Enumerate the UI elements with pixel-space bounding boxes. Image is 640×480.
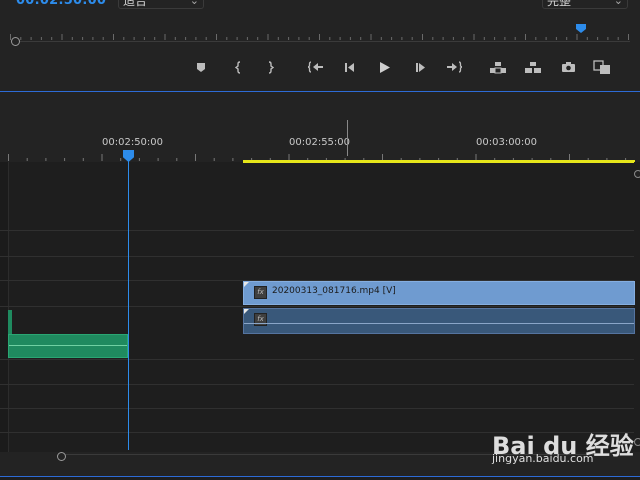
monitor-time-ruler[interactable]: [10, 24, 630, 40]
mark-out-icon: [268, 60, 274, 74]
playback-resolution-label: 完整: [547, 0, 572, 8]
time-label: 00:02:55:00: [289, 137, 351, 148]
mark-in-icon: [235, 60, 241, 74]
program-monitor: [0, 0, 640, 92]
vertical-scroll-handle[interactable]: [634, 170, 640, 178]
extract-button[interactable]: [523, 58, 543, 76]
playhead-timecode[interactable]: 00:02:50:00: [16, 0, 106, 8]
step-forward-button[interactable]: [411, 58, 431, 76]
go-to-out-button[interactable]: [444, 58, 464, 76]
audio-level-line: [9, 345, 127, 346]
audio-clip-edge[interactable]: [8, 310, 12, 334]
mark-out-button[interactable]: [260, 58, 280, 76]
zoom-fit-dropdown[interactable]: 适合 ⌄: [118, 0, 204, 9]
go-to-in-icon: [308, 61, 323, 73]
comparison-icon: [593, 59, 610, 74]
clip-start-marker: [244, 309, 249, 314]
track-divider: [0, 306, 640, 307]
playback-resolution-dropdown[interactable]: 完整 ⌄: [542, 0, 628, 9]
go-to-out-icon: [447, 61, 462, 73]
step-forward-icon: [416, 62, 425, 72]
comparison-view-button[interactable]: [592, 58, 612, 76]
vertical-scrollbar[interactable]: [634, 162, 640, 452]
zoom-fit-label: 适合: [123, 0, 148, 8]
time-label: 00:02:50:00: [102, 137, 164, 148]
baidu-watermark: Bai du 经验 jingyan.baidu.com: [488, 410, 638, 470]
play-button[interactable]: [375, 58, 395, 76]
horizontal-scroll-handle[interactable]: [57, 452, 66, 461]
hover-cursor-line: [347, 120, 348, 156]
clip-name: 20200313_081716.mp4 [V]: [272, 286, 396, 296]
play-icon: [380, 61, 390, 73]
audio-clip[interactable]: fx: [243, 308, 635, 334]
track-divider: [0, 230, 640, 231]
mark-in-button[interactable]: [229, 58, 249, 76]
playhead-line[interactable]: [128, 160, 129, 450]
clip-start-marker: [244, 282, 249, 287]
fx-badge-icon[interactable]: fx: [254, 286, 267, 299]
panel-divider: [0, 476, 640, 477]
monitor-zoom-scroll-handle[interactable]: [11, 37, 20, 46]
timeline-ruler[interactable]: [0, 92, 640, 162]
lift-icon: [490, 61, 506, 73]
track-divider: [0, 256, 640, 257]
track-divider: [0, 384, 640, 385]
work-area-bar[interactable]: [243, 160, 635, 163]
step-back-icon: [345, 62, 354, 72]
video-clip[interactable]: fx 20200313_081716.mp4 [V]: [243, 281, 635, 305]
time-label: 00:03:00:00: [476, 137, 538, 148]
chevron-down-icon: ⌄: [189, 0, 199, 7]
audio-level-line: [244, 323, 634, 324]
track-divider: [0, 408, 640, 409]
extract-icon: [525, 61, 541, 73]
chevron-down-icon: ⌄: [613, 0, 623, 7]
watermark-url: jingyan.baidu.com: [492, 452, 594, 465]
add-marker-button[interactable]: [191, 58, 211, 76]
export-frame-button[interactable]: [558, 58, 578, 76]
marker-icon: [197, 62, 205, 72]
go-to-in-button[interactable]: [306, 58, 326, 76]
camera-icon: [561, 62, 575, 72]
step-back-button[interactable]: [340, 58, 360, 76]
audio-clip-green[interactable]: [8, 334, 128, 358]
track-divider: [0, 359, 640, 360]
fx-badge-icon[interactable]: fx: [254, 313, 267, 326]
monitor-zoom-scrollbar[interactable]: [20, 41, 630, 42]
lift-button[interactable]: [488, 58, 508, 76]
